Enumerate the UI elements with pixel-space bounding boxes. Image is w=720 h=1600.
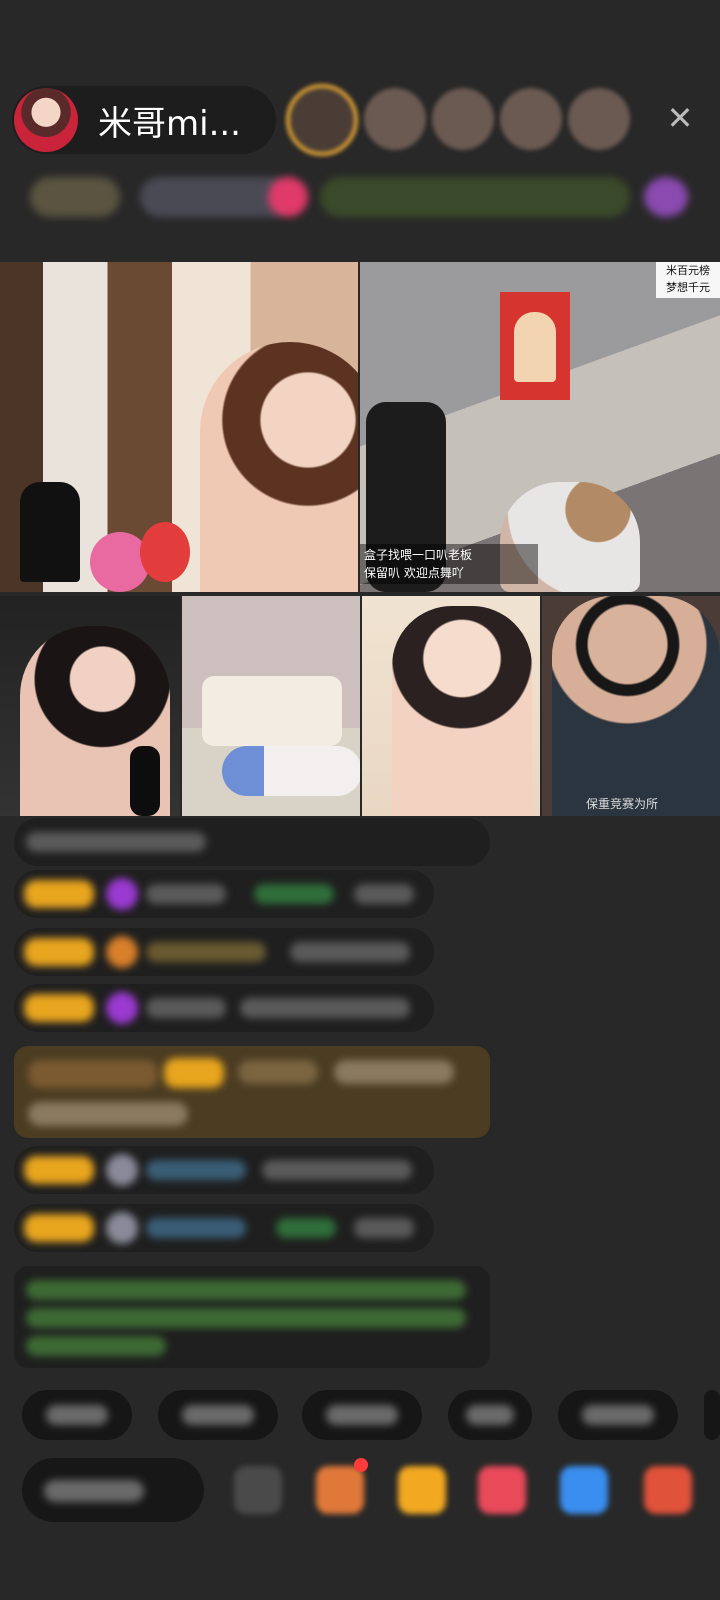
level-badge (24, 880, 94, 908)
fan-icon (106, 936, 138, 968)
streamer-figure (222, 746, 360, 796)
streamer-figure (392, 606, 532, 816)
viewer-avatar[interactable] (568, 88, 630, 150)
gift-icon[interactable] (644, 177, 688, 217)
marquee-chip[interactable] (320, 177, 630, 217)
quick-reply-button[interactable] (448, 1390, 532, 1440)
video-tile-guest-4[interactable] (362, 596, 540, 816)
streamer-figure (552, 596, 720, 816)
viewer-avatar[interactable] (364, 88, 426, 150)
top-viewer-avatar[interactable] (286, 84, 358, 156)
entry-banner[interactable] (14, 1046, 490, 1138)
streamer-figure (200, 342, 358, 592)
quick-reply-button[interactable] (158, 1390, 278, 1440)
sofa (202, 676, 342, 746)
chat-message[interactable] (14, 984, 434, 1032)
chat-message[interactable] (14, 928, 434, 976)
wall-poster (500, 292, 570, 400)
quick-reply-button[interactable] (22, 1390, 132, 1440)
chat-message[interactable] (14, 870, 434, 918)
user-avatar (106, 1154, 138, 1186)
level-badge (24, 1156, 94, 1184)
chat-input[interactable] (22, 1458, 204, 1522)
level-badge (24, 994, 94, 1022)
host-name: 米哥mi... (98, 103, 241, 144)
quick-reply-button[interactable] (302, 1390, 422, 1440)
video-tile-host[interactable] (0, 262, 358, 592)
notification-dot (354, 1458, 368, 1472)
pk-icon[interactable] (478, 1466, 526, 1514)
fans-club-icon[interactable] (316, 1466, 364, 1514)
level-badge (164, 1058, 224, 1088)
rank-chip[interactable] (30, 177, 120, 217)
viewer-avatar[interactable] (500, 88, 562, 150)
video-tile-guest-1[interactable]: 米百元榜 梦想千元 盒子找喂一口叭老板 保留叭 欢迎点舞吖 (360, 262, 720, 592)
game-icon[interactable] (560, 1466, 608, 1514)
level-badge (24, 938, 94, 966)
host-avatar[interactable] (14, 88, 78, 152)
rank-badge: 米百元榜 梦想千元 (656, 262, 720, 298)
system-announcement (14, 1266, 490, 1368)
vip-icon (106, 992, 138, 1024)
video-tile-guest-5[interactable]: 保重竞赛为所 (542, 596, 720, 816)
emoji-icon[interactable] (234, 1466, 282, 1514)
tile-caption: 盒子找喂一口叭老板 保留叭 欢迎点舞吖 (360, 544, 538, 584)
viewer-avatar[interactable] (432, 88, 494, 150)
chat-message[interactable] (14, 1146, 434, 1194)
chat-message[interactable] (14, 818, 490, 866)
user-avatar (106, 1212, 138, 1244)
status-row (20, 168, 710, 226)
close-icon[interactable]: ✕ (660, 98, 700, 138)
tile-caption: 保重竞赛为所 (586, 797, 659, 811)
quick-reply-button[interactable] (704, 1390, 720, 1440)
gift-icon[interactable] (398, 1466, 446, 1514)
heart-icon[interactable] (268, 177, 308, 217)
host-info-pill[interactable]: 米哥mi... (12, 86, 276, 154)
plush-toy (140, 522, 190, 582)
video-tile-guest-3[interactable] (182, 596, 360, 816)
video-tile-guest-2[interactable] (0, 596, 180, 816)
more-icon[interactable] (644, 1466, 692, 1514)
chat-message[interactable] (14, 1204, 434, 1252)
level-badge (24, 1214, 94, 1242)
microphone (130, 746, 160, 816)
microphone (20, 482, 80, 582)
vip-icon (106, 878, 138, 910)
quick-reply-button[interactable] (558, 1390, 678, 1440)
